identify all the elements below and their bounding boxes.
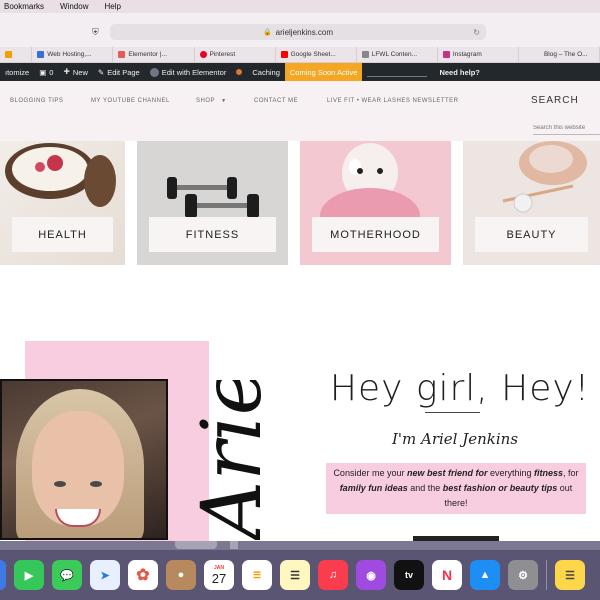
search-input[interactable] [533, 121, 600, 135]
facetime-icon[interactable]: ▶ [14, 560, 44, 590]
category-card-health[interactable]: HEALTH [0, 141, 125, 265]
finder-icon[interactable] [0, 560, 6, 590]
customize-link[interactable]: ıtomize [0, 63, 34, 81]
bookmark-item[interactable]: Blog – The O... [519, 47, 600, 62]
bookmark-item[interactable]: Pinterest [195, 47, 276, 62]
category-label: FITNESS [149, 217, 276, 252]
dock-divider [546, 560, 547, 590]
stickies-icon[interactable]: ☰ [555, 560, 585, 590]
window-edge [175, 541, 217, 549]
lock-icon: 🔒 [262, 29, 272, 36]
coming-soon-badge[interactable]: Coming Soon Active [284, 63, 363, 81]
menu-window[interactable]: Window [60, 2, 88, 11]
wp-admin-bar: ıtomize ▣ 0 + New ✎ Edit Page Edit with Ele… [0, 63, 600, 81]
eye [90, 481, 102, 487]
instagram-favicon-icon [442, 51, 450, 58]
macos-menubar: Bookmarks Window Help [0, 0, 600, 13]
bookmark-item[interactable]: Elementor |... [113, 47, 195, 62]
bookmark-item[interactable]: LFWL Conten... [357, 47, 438, 62]
bookmarks-bar: Web Hosting,... Elementor |... Pinterest… [0, 47, 600, 63]
bookmark-favicon-icon [5, 51, 12, 58]
letter-favicon-icon [361, 51, 369, 58]
profile-photo [0, 379, 168, 540]
maps-icon[interactable]: ➤ [90, 560, 120, 590]
script-name-text: Ariel [185, 380, 280, 540]
address-bar[interactable]: 🔒 arieljenkins.com ↻ [110, 24, 486, 40]
category-label: BEAUTY [475, 217, 588, 252]
nav-contact-me[interactable]: CONTACT ME [254, 98, 298, 104]
nav-shop[interactable]: SHOP ▼ [196, 98, 227, 104]
new-link[interactable]: + New [58, 63, 92, 81]
shield-icon[interactable]: ⛨ [92, 27, 99, 38]
nav-newsletter[interactable]: LIVE FIT • WEAR LASHES NEWSLETTER [327, 98, 459, 104]
site-navigation: BLOGGING TIPS MY YOUTUBE CHANNEL SHOP ▼ … [0, 81, 600, 141]
admin-search[interactable] [362, 63, 434, 81]
menu-help[interactable]: Help [104, 2, 120, 11]
caching-status[interactable] [231, 63, 247, 81]
podcasts-icon[interactable]: ◉ [356, 560, 386, 590]
photos-icon[interactable]: ✿ [128, 560, 158, 590]
messages-icon[interactable]: 💬 [52, 560, 82, 590]
need-help-link[interactable]: Need help? [434, 63, 484, 81]
edit-page-link[interactable]: ✎ Edit Page [93, 63, 145, 81]
url-text: arieljenkins.com [275, 27, 334, 37]
apple-tv-icon[interactable]: tv [394, 560, 424, 590]
category-label: MOTHERHOOD [312, 217, 439, 252]
youtube-favicon-icon [280, 51, 288, 58]
window-edge [230, 541, 238, 549]
script-name-graphic: Ariel [185, 380, 280, 540]
reminders-icon[interactable]: ☰ [242, 560, 272, 590]
comments-link[interactable]: ▣ 0 [34, 63, 58, 81]
pinterest-favicon-icon [199, 51, 207, 58]
category-cards: HEALTH FITNESS MOTHERHOOD BEAUTY [0, 141, 600, 265]
nav-blogging-tips[interactable]: BLOGGING TIPS [10, 98, 63, 104]
music-icon[interactable]: ♫ [318, 560, 348, 590]
elementor-icon [149, 67, 159, 77]
admin-search-field[interactable] [367, 75, 428, 77]
category-card-fitness[interactable]: FITNESS [137, 141, 288, 265]
calendar-icon[interactable]: JAN 27 [204, 560, 234, 590]
eye [54, 481, 66, 487]
category-card-beauty[interactable]: BEAUTY [463, 141, 600, 265]
status-dot-icon [236, 69, 243, 75]
bookmark-item[interactable]: Google Sheet... [276, 47, 357, 62]
bookmark-item[interactable]: Web Hosting,... [32, 47, 114, 62]
hero-headline: Hey girl, Hey! [329, 368, 591, 409]
pencil-icon: ✎ [97, 67, 105, 77]
app-store-icon[interactable]: ▲ [470, 560, 500, 590]
macos-dock: ▶ 💬 ➤ ✿ ● JAN 27 ☰ ☰ ♫ ◉ tv N ▲ ⚙ ☰ [0, 549, 600, 600]
edit-elementor-link[interactable]: Edit with Elementor [145, 63, 232, 81]
comment-icon: ▣ [39, 67, 47, 77]
category-label: HEALTH [12, 217, 113, 252]
headline-divider [425, 412, 480, 413]
grid-favicon-icon [37, 51, 45, 58]
bookmark-item[interactable] [0, 47, 33, 62]
elementor-favicon-icon [118, 51, 126, 58]
category-card-motherhood[interactable]: MOTHERHOOD [300, 141, 451, 265]
browser-toolbar: ⛨ 🔒 arieljenkins.com ↻ [0, 13, 600, 47]
system-preferences-icon[interactable]: ⚙ [508, 560, 538, 590]
nav-youtube-channel[interactable]: MY YOUTUBE CHANNEL [91, 98, 170, 104]
reload-icon[interactable]: ↻ [473, 28, 480, 37]
menu-bookmarks[interactable]: Bookmarks [4, 2, 44, 11]
intro-text: Consider me your new best friend for eve… [326, 463, 586, 514]
plus-icon: + [63, 66, 70, 78]
caret-down-icon: ▼ [221, 98, 227, 104]
caching-link[interactable]: Caching [247, 63, 285, 81]
search-label[interactable]: SEARCH [531, 95, 579, 106]
notes-icon[interactable]: ☰ [280, 560, 310, 590]
hero-subhead: I'm Ariel Jenkins [391, 430, 519, 448]
news-icon[interactable]: N [432, 560, 462, 590]
bookmark-item[interactable]: Instagram [438, 47, 519, 62]
contacts-icon[interactable]: ● [166, 560, 196, 590]
